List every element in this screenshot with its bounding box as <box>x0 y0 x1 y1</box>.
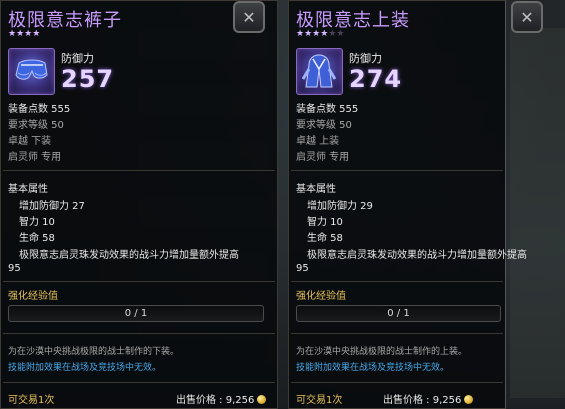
attr-special-cont: 95 <box>8 263 21 274</box>
divider <box>291 333 503 334</box>
divider <box>3 382 275 383</box>
robe-icon <box>296 48 343 95</box>
close-button[interactable]: ✕ <box>511 1 543 33</box>
enhance-progress-bar: 0 / 1 <box>296 305 501 322</box>
star-icon: ★ <box>304 29 313 39</box>
equip-points: 装备点数 555 <box>8 104 71 115</box>
sell-price: 出售价格 : 9,256 <box>383 391 474 406</box>
tradable-count: 可交易1次 <box>8 395 55 406</box>
coin-icon <box>464 395 474 404</box>
required-level: 要求等级 50 <box>296 120 352 131</box>
attr-int: 智力 10 <box>19 217 55 228</box>
item-description: 为在沙漠中央挑战极限的战士制作的上装。 <box>296 347 468 357</box>
star-icon: ★ <box>16 29 25 39</box>
skill-note: 技能附加效果在战场及竞技场中无效。 <box>296 363 450 373</box>
attr-defense: 增加防御力 29 <box>307 201 373 212</box>
item-stars: ★★★★ <box>8 29 40 39</box>
sell-price-text: 出售价格 : 9,256 <box>383 395 462 406</box>
sell-price-text: 出售价格 : 9,256 <box>176 395 255 406</box>
attr-special: 极限意志启灵珠发动效果的战斗力增加量额外提高 <box>307 250 527 261</box>
item-tooltip-pants: 极限意志裤子 ✕ ★★★★ 防御力 257 装备点数 555 要求等级 50 卓… <box>0 0 278 409</box>
divider <box>291 281 503 282</box>
class-restriction: 启灵师 专用 <box>8 152 62 163</box>
attr-defense: 增加防御力 27 <box>19 201 85 212</box>
star-empty-icon: ★ <box>336 29 345 39</box>
coin-icon <box>257 395 267 404</box>
attr-special: 极限意志启灵珠发动效果的战斗力增加量额外提高 <box>19 250 239 261</box>
base-attr-title: 基本属性 <box>296 184 336 195</box>
close-icon: ✕ <box>242 7 256 27</box>
divider <box>3 333 275 334</box>
item-tooltip-top: 极限意志上装 ✕ ★★★★★★ 防御力 274 装备点数 555 要求等级 50… <box>288 0 543 409</box>
divider <box>291 170 503 171</box>
enhance-title: 强化经验值 <box>296 291 346 302</box>
star-icon: ★ <box>296 29 305 39</box>
enhance-title: 强化经验值 <box>8 291 58 302</box>
divider <box>291 382 503 383</box>
class-restriction: 启灵师 专用 <box>296 152 350 163</box>
attr-hp: 生命 58 <box>19 233 55 244</box>
rarity-slot: 卓越 下装 <box>8 136 52 147</box>
divider <box>3 281 275 282</box>
pants-icon <box>8 48 55 95</box>
skill-note: 技能附加效果在战场及竞技场中无效。 <box>8 363 162 373</box>
sell-price: 出售价格 : 9,256 <box>176 391 267 406</box>
divider <box>3 170 275 171</box>
star-icon: ★ <box>8 29 17 39</box>
enhance-progress-bar: 0 / 1 <box>8 305 264 322</box>
defense-label: 防御力 <box>349 52 382 65</box>
defense-value: 257 <box>61 65 115 93</box>
close-button[interactable]: ✕ <box>233 1 265 33</box>
tradable-count: 可交易1次 <box>296 395 343 406</box>
background-side-menu <box>510 28 565 398</box>
defense-label: 防御力 <box>61 52 94 65</box>
attr-special-cont: 95 <box>296 263 309 274</box>
rarity-slot: 卓越 上装 <box>296 136 340 147</box>
item-stars: ★★★★★★ <box>296 29 344 39</box>
attr-int: 智力 10 <box>307 217 343 228</box>
equip-points: 装备点数 555 <box>296 104 359 115</box>
required-level: 要求等级 50 <box>8 120 64 131</box>
attr-hp: 生命 58 <box>307 233 343 244</box>
close-icon: ✕ <box>520 7 534 27</box>
item-description: 为在沙漠中央挑战极限的战士制作的下装。 <box>8 347 180 357</box>
star-icon: ★ <box>32 29 41 39</box>
defense-value: 274 <box>349 65 403 93</box>
base-attr-title: 基本属性 <box>8 184 48 195</box>
